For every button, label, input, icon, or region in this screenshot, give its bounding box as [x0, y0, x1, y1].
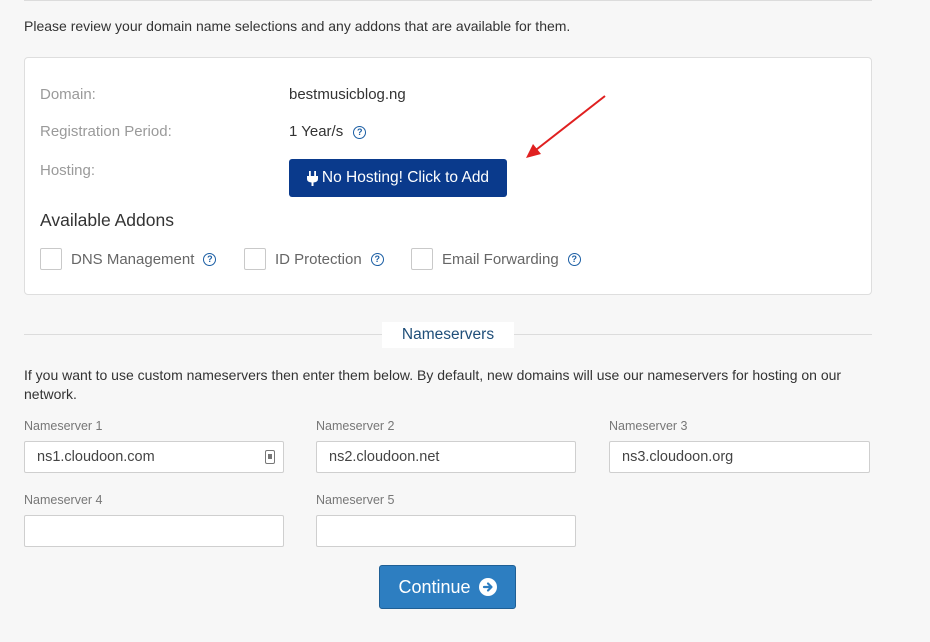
domain-card: Domain: bestmusicblog.ng Registration Pe… — [24, 57, 872, 295]
plug-icon — [306, 170, 318, 186]
continue-button[interactable]: Continue — [379, 565, 516, 609]
addon-email-forwarding[interactable]: Email Forwarding ? — [411, 247, 581, 271]
addon-label: Email Forwarding — [442, 250, 559, 268]
nameserver-2-input[interactable] — [316, 441, 576, 473]
addon-id-protection[interactable]: ID Protection ? — [244, 247, 384, 271]
nameserver-4-input[interactable] — [24, 515, 284, 547]
nameserver-5-label: Nameserver 5 — [316, 493, 395, 507]
question-circle-icon[interactable]: ? — [370, 252, 384, 266]
add-hosting-button[interactable]: No Hosting! Click to Add — [289, 159, 507, 197]
email-forwarding-checkbox[interactable] — [411, 248, 433, 270]
nameserver-2-label: Nameserver 2 — [316, 419, 395, 433]
addon-label: DNS Management — [71, 250, 195, 268]
period-value-wrap: 1 Year/s? — [289, 123, 367, 140]
top-divider — [24, 0, 872, 1]
domain-value: bestmusicblog.ng — [289, 86, 406, 103]
nameserver-1-label: Nameserver 1 — [24, 419, 103, 433]
annotation-arrow — [526, 95, 606, 158]
intro-text: Please review your domain name selection… — [24, 18, 571, 34]
contact-card-icon[interactable] — [265, 450, 275, 464]
addons-title: Available Addons — [40, 210, 174, 230]
nameserver-3-label: Nameserver 3 — [609, 419, 688, 433]
id-protection-checkbox[interactable] — [244, 248, 266, 270]
nameserver-4-label: Nameserver 4 — [24, 493, 103, 507]
question-circle-icon[interactable]: ? — [567, 252, 581, 266]
question-circle-icon[interactable]: ? — [353, 125, 367, 139]
nameserver-1-input[interactable] — [24, 441, 284, 473]
add-hosting-label: No Hosting! Click to Add — [321, 169, 490, 186]
addon-dns-management[interactable]: DNS Management ? — [40, 247, 217, 271]
continue-label: Continue — [398, 576, 471, 597]
nameserver-5-input[interactable] — [316, 515, 576, 547]
dns-management-checkbox[interactable] — [40, 248, 62, 270]
arrow-circle-right-icon — [478, 578, 497, 596]
period-value: 1 Year/s — [289, 123, 344, 140]
addon-label: ID Protection — [275, 250, 362, 268]
nameservers-title: Nameservers — [382, 322, 514, 348]
nameservers-description: If you want to use custom nameservers th… — [24, 367, 842, 402]
nameserver-3-input[interactable] — [609, 441, 870, 473]
question-circle-icon[interactable]: ? — [203, 252, 217, 266]
period-label: Registration Period: — [40, 123, 172, 140]
hosting-label: Hosting: — [40, 162, 96, 179]
domain-label: Domain: — [40, 86, 96, 103]
